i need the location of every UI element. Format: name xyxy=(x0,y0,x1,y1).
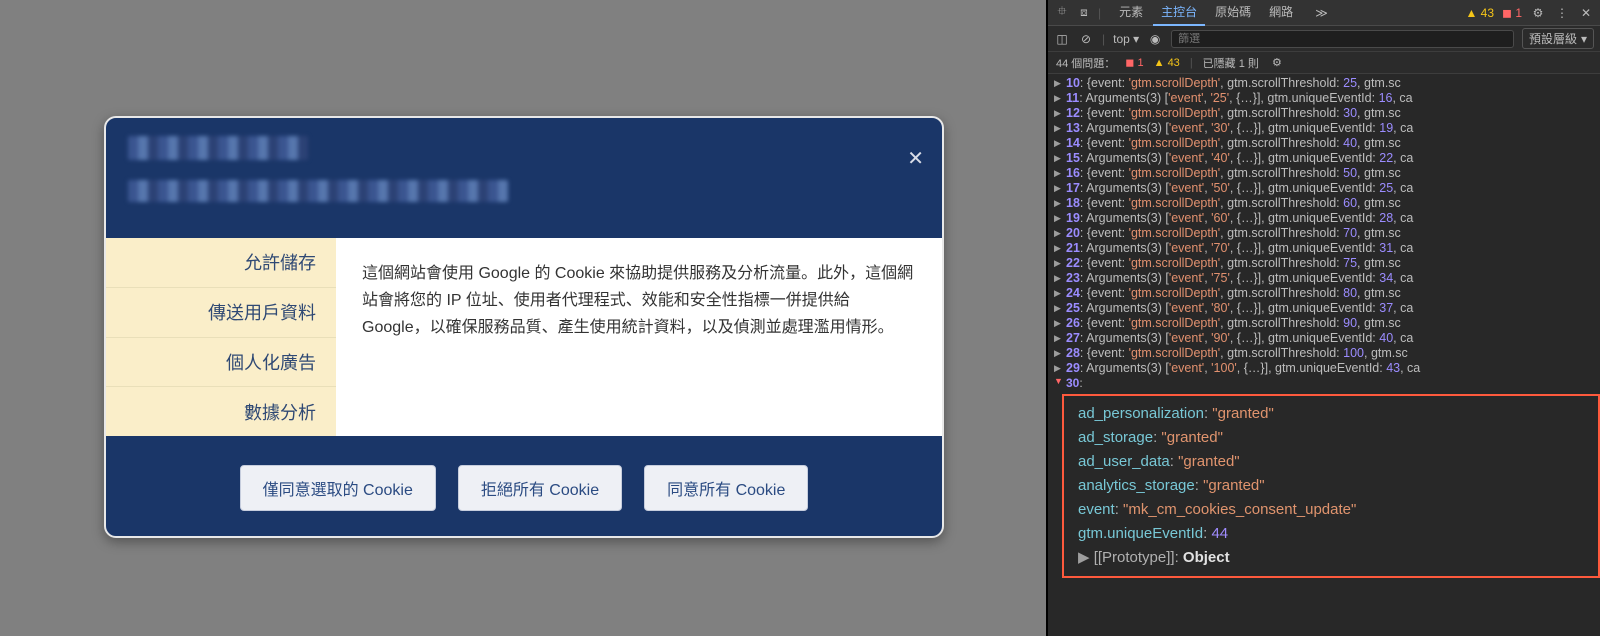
log-row[interactable]: 28: {event: 'gtm.scrollDepth', gtm.scrol… xyxy=(1052,346,1600,361)
devtools-tabs: 元素主控台原始碼網路 xyxy=(1111,0,1301,26)
log-row[interactable]: 21: Arguments(3) ['event', '70', {…}], g… xyxy=(1052,241,1600,256)
clear-console-icon[interactable]: ⊘ xyxy=(1078,31,1094,47)
errors-badge[interactable]: ◼ 1 xyxy=(1502,6,1522,20)
kebab-icon[interactable]: ⋮ xyxy=(1554,5,1570,21)
close-icon[interactable]: ✕ xyxy=(907,146,924,171)
consent-button-0[interactable]: 僅同意選取的 Cookie xyxy=(240,465,436,511)
more-tabs-icon[interactable]: ≫ xyxy=(1307,2,1336,24)
modal-tab-2[interactable]: 個人化廣告 xyxy=(106,338,336,388)
log-row[interactable]: 12: {event: 'gtm.scrollDepth', gtm.scrol… xyxy=(1052,106,1600,121)
log-row[interactable]: 13: Arguments(3) ['event', '30', {…}], g… xyxy=(1052,121,1600,136)
modal-footer: 僅同意選取的 Cookie 拒絕所有 Cookie 同意所有 Cookie xyxy=(106,436,942,538)
log-row[interactable]: 20: {event: 'gtm.scrollDepth', gtm.scrol… xyxy=(1052,226,1600,241)
log-row[interactable]: 24: {event: 'gtm.scrollDepth', gtm.scrol… xyxy=(1052,286,1600,301)
modal-header: ✕ xyxy=(106,118,942,238)
console-toolbar: ◫ ⊘ | top ▾ ◉ 預設層級 ▾ xyxy=(1048,26,1600,52)
devtools-tab-1[interactable]: 主控台 xyxy=(1153,0,1205,26)
cookie-consent-modal: ✕ 允許儲存傳送用戶資料個人化廣告數據分析 這個網站會使用 Google 的 C… xyxy=(104,116,944,538)
consent-button-2[interactable]: 同意所有 Cookie xyxy=(644,465,808,511)
devtools-topbar: ⯐ ⧈ | 元素主控台原始碼網路 ≫ ▲ 43 ◼ 1 ⚙ ⋮ ✕ xyxy=(1048,0,1600,26)
warnings-badge[interactable]: ▲ 43 xyxy=(1465,6,1494,20)
issues-bar[interactable]: 44 個問題： ◼ 1 ▲ 43 | 已隱藏 1 則 ⚙ xyxy=(1048,52,1600,74)
context-selector[interactable]: top ▾ xyxy=(1113,32,1139,46)
devtools-tab-2[interactable]: 原始碼 xyxy=(1207,0,1259,26)
devtools-tab-0[interactable]: 元素 xyxy=(1111,0,1151,26)
log-row[interactable]: 25: Arguments(3) ['event', '80', {…}], g… xyxy=(1052,301,1600,316)
redacted-subtitle xyxy=(128,180,508,202)
modal-tab-3[interactable]: 數據分析 xyxy=(106,387,336,436)
log-row[interactable]: 19: Arguments(3) ['event', '60', {…}], g… xyxy=(1052,211,1600,226)
log-row[interactable]: 26: {event: 'gtm.scrollDepth', gtm.scrol… xyxy=(1052,316,1600,331)
modal-tab-1[interactable]: 傳送用戶資料 xyxy=(106,288,336,338)
log-row[interactable]: 14: {event: 'gtm.scrollDepth', gtm.scrol… xyxy=(1052,136,1600,151)
log-row[interactable]: 15: Arguments(3) ['event', '40', {…}], g… xyxy=(1052,151,1600,166)
log-row[interactable]: 27: Arguments(3) ['event', '90', {…}], g… xyxy=(1052,331,1600,346)
modal-body: 允許儲存傳送用戶資料個人化廣告數據分析 這個網站會使用 Google 的 Coo… xyxy=(106,238,942,436)
modal-content: 這個網站會使用 Google 的 Cookie 來協助提供服務及分析流量。此外，… xyxy=(336,238,942,436)
log-row[interactable]: 17: Arguments(3) ['event', '50', {…}], g… xyxy=(1052,181,1600,196)
devtools-panel: ⯐ ⧈ | 元素主控台原始碼網路 ≫ ▲ 43 ◼ 1 ⚙ ⋮ ✕ ◫ ⊘ | … xyxy=(1046,0,1600,636)
log-row[interactable]: 18: {event: 'gtm.scrollDepth', gtm.scrol… xyxy=(1052,196,1600,211)
log-row[interactable]: 22: {event: 'gtm.scrollDepth', gtm.scrol… xyxy=(1052,256,1600,271)
inspect-icon[interactable]: ⯐ xyxy=(1054,5,1070,21)
device-icon[interactable]: ⧈ xyxy=(1076,5,1092,21)
log-row[interactable]: 23: Arguments(3) ['event', '75', {…}], g… xyxy=(1052,271,1600,286)
sidebar-toggle-icon[interactable]: ◫ xyxy=(1054,31,1070,47)
log-row[interactable]: 16: {event: 'gtm.scrollDepth', gtm.scrol… xyxy=(1052,166,1600,181)
page-background: ✕ 允許儲存傳送用戶資料個人化廣告數據分析 這個網站會使用 Google 的 C… xyxy=(0,0,1046,636)
devtools-tab-3[interactable]: 網路 xyxy=(1261,0,1301,26)
modal-tab-0[interactable]: 允許儲存 xyxy=(106,238,336,288)
gear-icon[interactable]: ⚙ xyxy=(1269,55,1285,71)
log-row[interactable]: 11: Arguments(3) ['event', '25', {…}], g… xyxy=(1052,91,1600,106)
console-log[interactable]: 10: {event: 'gtm.scrollDepth', gtm.scrol… xyxy=(1048,74,1600,636)
consent-object[interactable]: ad_personalization: "granted" ad_storage… xyxy=(1062,394,1600,578)
redacted-title xyxy=(128,136,308,160)
log-row-expanded[interactable]: 30: xyxy=(1052,376,1600,390)
gear-icon[interactable]: ⚙ xyxy=(1530,5,1546,21)
filter-input[interactable] xyxy=(1171,30,1514,48)
log-level-selector[interactable]: 預設層級 ▾ xyxy=(1522,28,1594,49)
consent-button-1[interactable]: 拒絕所有 Cookie xyxy=(458,465,622,511)
devtools-close-icon[interactable]: ✕ xyxy=(1578,5,1594,21)
log-row[interactable]: 29: Arguments(3) ['event', '100', {…}], … xyxy=(1052,361,1600,376)
eye-icon[interactable]: ◉ xyxy=(1147,31,1163,47)
log-row[interactable]: 10: {event: 'gtm.scrollDepth', gtm.scrol… xyxy=(1052,76,1600,91)
modal-tabs: 允許儲存傳送用戶資料個人化廣告數據分析 xyxy=(106,238,336,436)
